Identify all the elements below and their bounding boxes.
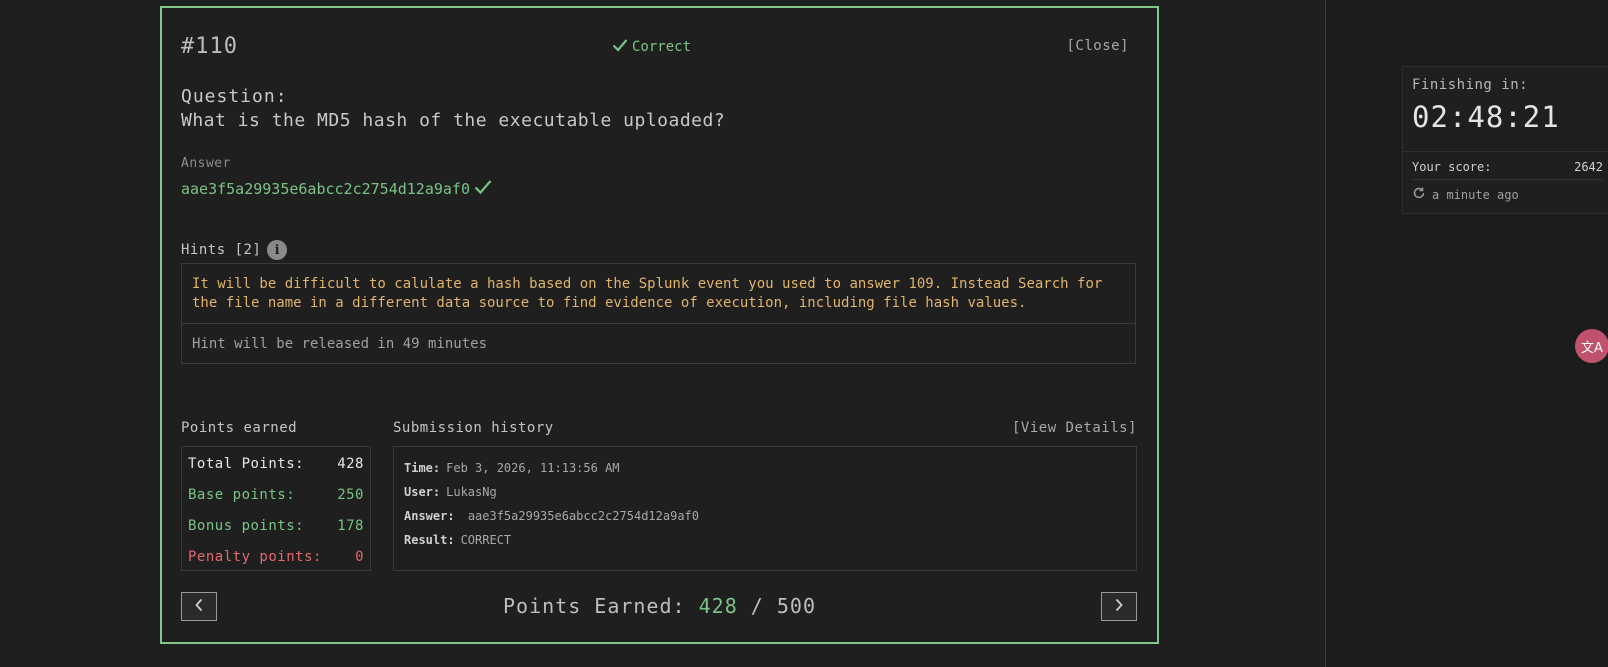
base-points-value: 250 <box>337 487 364 503</box>
bonus-points-label: Bonus points: <box>188 518 305 534</box>
answer-value-row: aae3f5a29935e6abcc2c2754d12a9af0 <box>181 179 492 199</box>
refresh-icon[interactable] <box>1412 186 1426 203</box>
penalty-points-label: Penalty points: <box>188 549 322 565</box>
submission-time-label: Time: <box>404 461 441 475</box>
status-text: Correct <box>632 39 692 55</box>
next-button[interactable] <box>1101 592 1137 621</box>
info-icon[interactable]: i <box>267 240 288 260</box>
submission-user: LukasNg <box>446 485 497 499</box>
check-icon <box>612 38 628 56</box>
close-button[interactable]: [Close] <box>1066 38 1129 54</box>
submission-time-row: Time: Feb 3, 2026, 11:13:56 AM <box>404 458 1126 482</box>
submission-answer-label: Answer: <box>404 509 455 523</box>
countdown-timer: 02:48:21 <box>1412 100 1560 134</box>
refresh-row[interactable]: a minute ago <box>1412 186 1519 203</box>
total-points-label: Total Points: <box>188 456 305 472</box>
question-modal: #110 Correct [Close] Question: What is t… <box>160 6 1159 644</box>
hint-locked: Hint will be released in 49 minutes <box>192 336 488 352</box>
score-value: 2642 <box>1574 160 1603 174</box>
translate-icon[interactable]: 文A <box>1575 329 1608 363</box>
submission-history-label: Submission history <box>393 420 554 436</box>
submission-answer: aae3f5a29935e6abcc2c2754d12a9af0 <box>467 509 699 523</box>
points-summary-label: Points Earned: <box>502 594 686 618</box>
timer-panel: Finishing in: 02:48:21 Your score: 2642 … <box>1402 66 1608 214</box>
answer-value: aae3f5a29935e6abcc2c2754d12a9af0 <box>181 180 470 198</box>
submission-history: Time: Feb 3, 2026, 11:13:56 AM User: Lukas… <box>393 446 1137 571</box>
finishing-label: Finishing in: <box>1412 77 1529 93</box>
submission-time: Feb 3, 2026, 11:13:56 AM <box>446 461 620 475</box>
status-badge: Correct <box>612 38 691 56</box>
base-points-row: Base points: 250 <box>188 481 364 512</box>
points-breakdown: Total Points: 428 Base points: 250 Bonus… <box>181 446 371 571</box>
points-summary-max: 500 <box>776 594 816 618</box>
penalty-points-row: Penalty points: 0 <box>188 543 364 574</box>
question-label: Question: <box>181 86 288 107</box>
submission-user-row: User: LukasNg <box>404 482 1126 506</box>
penalty-points-value: 0 <box>355 549 364 565</box>
submission-result-row: Result: CORRECT <box>404 530 1126 554</box>
points-summary-earned: 428 <box>698 594 738 618</box>
submission-answer-row: Answer: aae3f5a29935e6abcc2c2754d12a9af0 <box>404 506 1126 530</box>
updated-text: a minute ago <box>1432 187 1519 202</box>
hints-list: It will be difficult to calulate a hash … <box>181 263 1136 364</box>
check-icon <box>474 179 492 199</box>
points-summary-separator: / <box>750 594 764 618</box>
bonus-points-row: Bonus points: 178 <box>188 512 364 543</box>
total-points-value: 428 <box>337 456 364 472</box>
score-row: Your score: 2642 <box>1412 160 1603 180</box>
answer-label: Answer <box>181 156 231 171</box>
hints-title: Hints [2] <box>181 242 262 258</box>
view-details-link[interactable]: [View Details] <box>1012 420 1137 436</box>
hints-header: Hints [2] i <box>181 240 288 260</box>
points-earned-label: Points earned <box>181 420 298 436</box>
submission-result-label: Result: <box>404 533 455 547</box>
submission-result: CORRECT <box>460 533 512 547</box>
question-id: #110 <box>181 34 238 59</box>
bonus-points-value: 178 <box>337 518 364 534</box>
total-points-row: Total Points: 428 <box>188 450 364 481</box>
submission-user-label: User: <box>404 485 441 499</box>
points-earned-summary: Points Earned: 428 / 500 <box>162 594 1157 618</box>
chevron-right-icon <box>1114 597 1124 616</box>
hint-text: It will be difficult to calulate a hash … <box>182 264 1135 324</box>
divider <box>1403 151 1608 152</box>
score-label: Your score: <box>1412 160 1492 174</box>
base-points-label: Base points: <box>188 487 296 503</box>
question-text: What is the MD5 hash of the executable u… <box>181 110 726 131</box>
